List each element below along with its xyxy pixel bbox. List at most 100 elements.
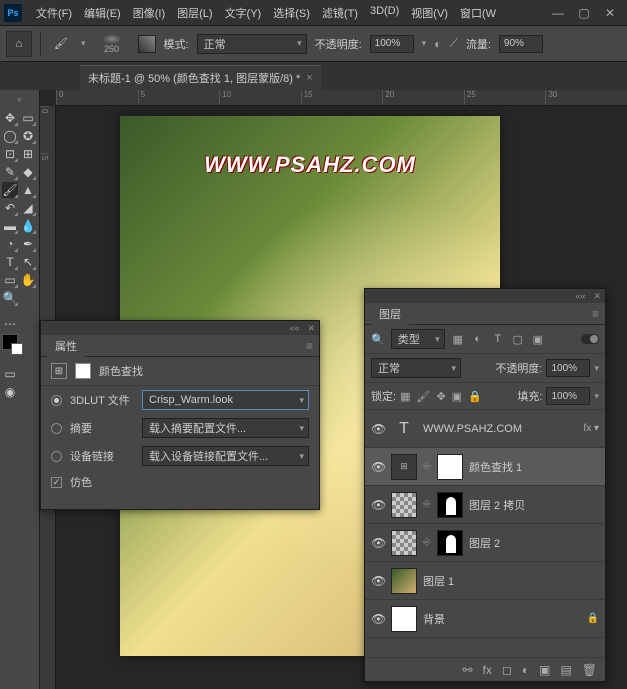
close-tab-icon[interactable]: × [306, 72, 312, 84]
filter-smart-icon[interactable]: ▣ [531, 332, 545, 346]
filter-text-icon[interactable]: T [491, 332, 505, 346]
device-select[interactable]: 载入设备链接配置文件... [142, 446, 309, 466]
close-button[interactable]: ✕ [603, 6, 617, 20]
frame-tool[interactable]: ⊞ [20, 146, 36, 162]
visibility-icon[interactable]: 👁 [371, 422, 385, 436]
menu-view[interactable]: 视图(V) [405, 1, 454, 25]
path-tool[interactable]: ↖ [20, 254, 36, 270]
filter-image-icon[interactable]: ▦ [451, 332, 465, 346]
eyedropper-tool[interactable]: ✎ [2, 164, 18, 180]
fx-indicator[interactable]: fx ▾ [583, 423, 599, 434]
menu-file[interactable]: 文件(F) [30, 1, 78, 25]
zoom-tool[interactable]: 🔍 [2, 290, 18, 306]
panel-menu-icon[interactable]: ≡ [306, 339, 313, 353]
layer-row-text[interactable]: 👁 T WWW.PSAHZ.COM fx ▾ [365, 410, 605, 448]
mask-thumb[interactable] [437, 454, 463, 480]
marquee-tool[interactable]: ▭ [20, 110, 36, 126]
panel-menu-icon[interactable]: ≡ [592, 307, 599, 321]
filter-toggle[interactable] [581, 334, 599, 344]
pressure-opacity-icon[interactable]: ◐ [434, 37, 441, 51]
crop-tool[interactable]: ⊡ [2, 146, 18, 162]
pen-tool[interactable]: ✒ [20, 236, 36, 252]
eraser-tool[interactable]: ◢ [20, 200, 36, 216]
layer-fx-icon[interactable]: fx [483, 663, 492, 677]
collapse-icon[interactable]: «« [575, 291, 585, 301]
mask-thumb[interactable] [437, 530, 463, 556]
visibility-icon[interactable]: 👁 [371, 536, 385, 550]
tools-collapse-icon[interactable]: « [2, 94, 37, 108]
document-tab[interactable]: 未标题-1 @ 50% (颜色查找 1, 图层蒙版/8) * × [80, 65, 321, 90]
move-tool[interactable]: ✥ [2, 110, 18, 126]
layer-row[interactable]: 👁 图层 1 [365, 562, 605, 600]
abstract-select[interactable]: 载入摘要配置文件... [142, 418, 309, 438]
menu-text[interactable]: 文字(Y) [219, 1, 268, 25]
screen-mode-icon[interactable]: ▭ [2, 366, 18, 382]
mask-thumb[interactable] [437, 492, 463, 518]
close-panel-icon[interactable]: ✕ [307, 323, 315, 334]
lock-all-icon[interactable]: 🔒 [468, 390, 482, 403]
brush-panel-icon[interactable] [138, 35, 156, 53]
lock-transparent-icon[interactable]: ▦ [400, 390, 410, 403]
lock-paint-icon[interactable]: 🖌 [416, 390, 430, 403]
link-layers-icon[interactable]: ⚯ [462, 663, 472, 677]
history-brush-tool[interactable]: ↶ [2, 200, 18, 216]
quick-mask-icon[interactable]: ◉ [2, 384, 18, 400]
blend-mode-select[interactable]: 正常 [371, 358, 461, 378]
dodge-tool[interactable]: ◔ [2, 236, 18, 252]
layers-tab[interactable]: 图层 [371, 303, 409, 325]
adjustment-layer-icon[interactable]: ◐ [522, 663, 529, 677]
visibility-icon[interactable]: 👁 [371, 498, 385, 512]
collapse-icon[interactable]: «« [289, 323, 299, 333]
layer-row[interactable]: 👁 ⎆ 图层 2 拷贝 [365, 486, 605, 524]
home-icon[interactable]: ⌂ [6, 31, 32, 57]
gradient-tool[interactable]: ▬ [2, 218, 18, 234]
menu-layer[interactable]: 图层(L) [171, 1, 218, 25]
filter-adjust-icon[interactable]: ◐ [471, 332, 485, 346]
healing-tool[interactable]: ◆ [20, 164, 36, 180]
brush-tool-icon[interactable]: 🖌 [49, 32, 73, 56]
brush-preview[interactable]: 250 [94, 34, 130, 54]
layer-opacity-input[interactable]: 100% [546, 359, 590, 377]
menu-window[interactable]: 窗口(W [454, 1, 502, 25]
quick-select-tool[interactable]: ✪ [20, 128, 36, 144]
shape-tool[interactable]: ▭ [2, 272, 18, 288]
layer-filter-select[interactable]: 类型 [391, 329, 445, 349]
panel-titlebar[interactable]: «« ✕ [365, 289, 605, 303]
menu-filter[interactable]: 滤镜(T) [316, 1, 364, 25]
text-tool[interactable]: T [2, 254, 18, 270]
maximize-button[interactable]: ▢ [577, 6, 591, 20]
lock-artboard-icon[interactable]: ▣ [452, 390, 462, 403]
stamp-tool[interactable]: ▲ [20, 182, 36, 198]
layer-row-background[interactable]: 👁 背景 🔒 [365, 600, 605, 638]
radio-device[interactable] [51, 451, 62, 462]
layer-row-colorlookup[interactable]: 👁 ⊞ ⎆ 颜色查找 1 [365, 448, 605, 486]
foreground-color[interactable] [2, 334, 18, 350]
chevron-down-icon[interactable]: ▾ [422, 38, 427, 49]
dither-checkbox[interactable] [51, 477, 62, 488]
lasso-tool[interactable]: ◯ [2, 128, 18, 144]
new-layer-icon[interactable]: ▤ [560, 663, 571, 677]
close-panel-icon[interactable]: ✕ [593, 291, 601, 302]
menu-3d[interactable]: 3D(D) [364, 1, 405, 25]
minimize-button[interactable]: — [551, 6, 565, 20]
hand-tool[interactable]: ✋ [20, 272, 36, 288]
lock-position-icon[interactable]: ✥ [436, 390, 445, 403]
visibility-icon[interactable]: 👁 [371, 574, 385, 588]
flow-input[interactable]: 90% [499, 35, 543, 53]
blur-tool[interactable]: 💧 [20, 218, 36, 234]
delete-layer-icon[interactable]: 🗑 [582, 663, 597, 677]
visibility-icon[interactable]: 👁 [371, 612, 385, 626]
radio-3dlut[interactable] [51, 395, 62, 406]
blend-mode-select[interactable]: 正常 [197, 34, 307, 54]
chevron-down-icon[interactable]: ▾ [81, 38, 86, 49]
airbrush-icon[interactable]: ⟋ [449, 36, 457, 51]
layer-thumb[interactable] [391, 606, 417, 632]
layer-thumb[interactable] [391, 492, 417, 518]
dots-icon[interactable]: ⋯ [2, 316, 18, 332]
menu-image[interactable]: 图像(I) [127, 1, 171, 25]
panel-titlebar[interactable]: «« ✕ [41, 321, 319, 335]
background-color[interactable] [11, 343, 23, 355]
layer-thumb[interactable] [391, 530, 417, 556]
lut-file-select[interactable]: Crisp_Warm.look [142, 390, 309, 410]
filter-shape-icon[interactable]: ▢ [511, 332, 525, 346]
